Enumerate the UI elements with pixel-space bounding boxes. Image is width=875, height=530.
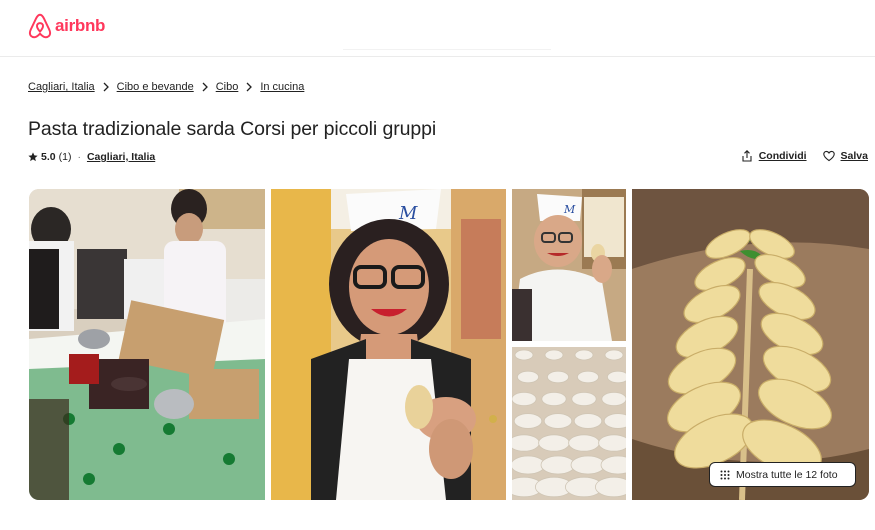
chevron-right-icon	[102, 82, 110, 92]
review-count[interactable]: (1)	[59, 151, 72, 163]
listing-actions: Condividi Salva	[725, 150, 868, 162]
breadcrumb: Cagliari, Italia Cibo e bevande Cibo In …	[28, 81, 304, 93]
airbnb-logo-icon	[28, 13, 52, 39]
logo-text: airbnb	[55, 16, 106, 35]
breadcrumb-item-cibo-e-bevande[interactable]: Cibo e bevande	[117, 81, 194, 93]
save-label: Salva	[840, 150, 868, 162]
location-link[interactable]: Cagliari, Italia	[87, 151, 155, 163]
share-button[interactable]: Condividi	[741, 150, 807, 162]
page-title: Pasta tradizionale sarda Corsi per picco…	[28, 118, 437, 140]
photo-gallery: M M Mostra tutte le 12 foto	[29, 189, 869, 500]
breadcrumb-item-in-cucina[interactable]: In cucina	[260, 81, 304, 93]
chevron-right-icon	[245, 82, 253, 92]
breadcrumb-item-cibo[interactable]: Cibo	[216, 81, 239, 93]
search-bar-divider	[343, 49, 551, 50]
breadcrumb-item-cagliari[interactable]: Cagliari, Italia	[28, 81, 95, 93]
listing-meta: 5.0 (1) · Cagliari, Italia	[28, 151, 155, 163]
grid-dots-icon	[720, 470, 730, 480]
share-label: Condividi	[758, 150, 807, 162]
photo-host-in-chef-hat[interactable]: M	[512, 189, 626, 341]
chevron-right-icon	[201, 82, 209, 92]
show-all-label: Mostra tutte le 12 foto	[736, 468, 838, 481]
heart-icon	[822, 150, 835, 162]
photo-pasta-class-table[interactable]	[29, 189, 265, 500]
save-button[interactable]: Salva	[822, 150, 868, 162]
photo-ravioli-rows[interactable]	[512, 347, 626, 500]
meta-separator: ·	[77, 151, 81, 163]
svg-text:M: M	[563, 203, 576, 216]
show-all-photos-button[interactable]: Mostra tutte le 12 foto	[709, 462, 856, 487]
rating-value: 5.0	[41, 151, 56, 163]
top-header: airbnb	[0, 0, 875, 57]
photo-host-smiling[interactable]: M	[271, 189, 506, 500]
photo-culurgiones-leaf-arrangement[interactable]	[632, 189, 869, 500]
airbnb-logo[interactable]: airbnb	[28, 13, 105, 39]
star-icon	[28, 152, 38, 162]
share-icon	[741, 150, 753, 162]
